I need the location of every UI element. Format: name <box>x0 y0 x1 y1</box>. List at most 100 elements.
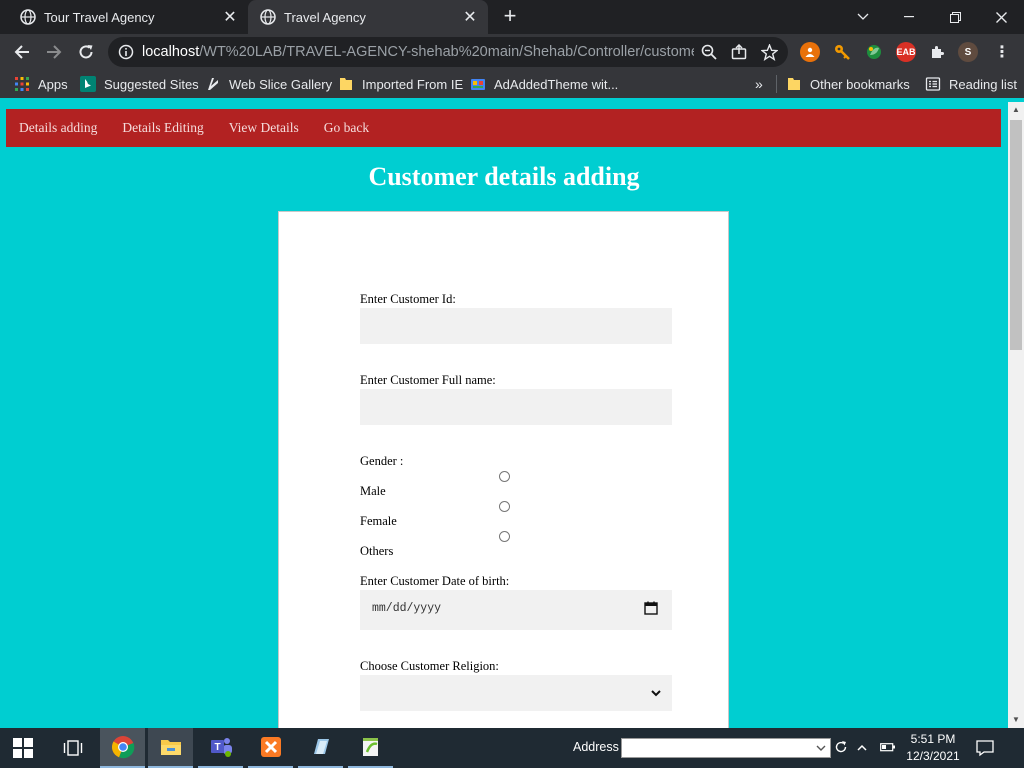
new-tab-button[interactable]: + <box>498 5 522 29</box>
dob-date-input[interactable]: mm/dd/yyyy <box>360 590 672 630</box>
religion-select[interactable] <box>360 675 672 711</box>
bookmarks-overflow-button[interactable]: » <box>755 75 763 93</box>
battery-icon[interactable] <box>880 740 898 756</box>
folder-icon <box>340 78 352 90</box>
profile-avatar[interactable]: S <box>958 42 978 62</box>
site-nav-bar: Details adding Details Editing View Deta… <box>6 109 1001 147</box>
refresh-go-icon[interactable] <box>834 740 850 756</box>
gender-female-radio[interactable] <box>499 501 510 512</box>
tab-tour-travel-agency[interactable]: Tour Travel Agency ✕ <box>8 0 248 34</box>
tab-travel-agency[interactable]: Travel Agency ✕ <box>248 0 488 34</box>
gender-male-radio[interactable] <box>499 471 510 482</box>
globe-icon <box>260 9 276 25</box>
bookmark-label: Suggested Sites <box>104 76 199 92</box>
bookmark-label: Web Slice Gallery <box>229 76 333 92</box>
clock-date: 12/3/2021 <box>906 749 960 763</box>
reload-button[interactable] <box>74 40 98 64</box>
taskbar-notepad-plus[interactable] <box>348 728 393 768</box>
calendar-icon[interactable] <box>644 601 658 615</box>
customer-name-input[interactable] <box>360 389 672 425</box>
gender-female-label: Female <box>360 514 397 528</box>
chevron-down-icon <box>651 690 661 697</box>
theme-icon <box>471 79 485 90</box>
notebook-app-icon <box>313 739 329 754</box>
bookmark-other-bookmarks[interactable]: Other bookmarks <box>786 75 910 93</box>
taskbar-xampp[interactable] <box>248 728 293 768</box>
notification-center-icon[interactable] <box>976 739 994 757</box>
bookmark-star-icon[interactable] <box>758 41 780 63</box>
gender-male-label: Male <box>360 484 386 498</box>
green-leaf-extension-icon[interactable] <box>864 42 884 62</box>
bookmark-suggested-sites[interactable]: Suggested Sites <box>80 75 199 93</box>
bookmark-apps[interactable]: Apps <box>14 75 68 93</box>
nav-link-go-back[interactable]: Go back <box>324 120 369 136</box>
page-scrollbar[interactable]: ▲ ▼ <box>1008 102 1024 728</box>
close-window-button[interactable] <box>978 0 1024 34</box>
page-title: Customer details adding <box>368 162 640 191</box>
bookmark-web-slice-gallery[interactable]: Web Slice Gallery <box>205 75 332 93</box>
reload-icon <box>79 45 93 59</box>
nav-link-details-adding[interactable]: Details adding <box>19 120 97 136</box>
bookmark-label: AdAddedTheme wit... <box>494 76 619 92</box>
xampp-icon <box>260 737 281 757</box>
chrome-icon <box>111 736 134 759</box>
dob-label: Enter Customer Date of birth: <box>360 574 510 588</box>
clock-time: 5:51 PM <box>910 732 956 746</box>
restore-button[interactable] <box>932 0 978 34</box>
orange-person-extension-icon[interactable] <box>800 42 820 62</box>
taskbar-teams[interactable]: T <box>198 728 243 768</box>
apps-grid-icon <box>15 77 29 91</box>
show-hidden-icons-button[interactable] <box>856 741 870 755</box>
windows-logo-icon <box>12 738 33 758</box>
globe-icon <box>20 9 36 25</box>
info-icon[interactable] <box>118 44 134 60</box>
dob-placeholder: mm/dd/yyyy <box>372 602 442 615</box>
close-tab-icon[interactable]: ✕ <box>460 7 480 27</box>
religion-label: Choose Customer Religion: <box>360 659 499 673</box>
scroll-up-arrow-icon[interactable]: ▲ <box>1012 106 1020 114</box>
back-button[interactable] <box>10 40 34 64</box>
minimize-button[interactable] <box>886 0 932 34</box>
nav-link-details-editing[interactable]: Details Editing <box>122 120 203 136</box>
adblock-extension-icon[interactable]: EAB <box>896 42 916 62</box>
key-extension-icon[interactable] <box>832 42 852 62</box>
nav-link-view-details[interactable]: View Details <box>229 120 299 136</box>
customer-id-input[interactable] <box>360 308 672 344</box>
bookmark-imported-from-ie[interactable]: Imported From IE <box>338 75 463 93</box>
gender-others-radio[interactable] <box>499 531 510 542</box>
windows-taskbar: T Address 5:51 PM 12/3/2021 <box>0 728 1024 768</box>
customer-form-card: Enter Customer Id: Enter Customer Full n… <box>278 211 729 728</box>
share-icon[interactable] <box>728 41 750 63</box>
kebab-menu-icon[interactable]: ⋮ <box>992 42 1012 62</box>
svg-text:T: T <box>214 742 220 753</box>
start-button[interactable] <box>0 728 45 768</box>
tab-title: Travel Agency <box>284 9 366 25</box>
scrollbar-thumb[interactable] <box>1010 120 1022 350</box>
task-view-icon <box>63 740 82 756</box>
address-toolbar-input[interactable] <box>621 738 831 758</box>
notepad-plus-icon <box>362 738 378 756</box>
scroll-down-arrow-icon[interactable]: ▼ <box>1012 716 1020 724</box>
teams-icon: T <box>210 738 232 757</box>
folder-icon <box>788 78 800 90</box>
forward-button[interactable] <box>42 40 66 64</box>
chevron-down-icon[interactable] <box>816 744 826 752</box>
url-text[interactable]: localhost/WT%20LAB/TRAVEL-AGENCY-shehab%… <box>142 44 694 60</box>
customer-name-label: Enter Customer Full name: <box>360 373 496 387</box>
bookmark-label: Reading list <box>949 76 1017 92</box>
tab-search-icon[interactable] <box>840 0 886 34</box>
close-tab-icon[interactable]: ✕ <box>220 7 240 27</box>
browser-toolbar: localhost/WT%20LAB/TRAVEL-AGENCY-shehab%… <box>0 34 1024 70</box>
system-clock[interactable]: 5:51 PM 12/3/2021 <box>900 731 966 765</box>
taskbar-app-blue[interactable] <box>298 728 343 768</box>
bookmark-adaddedtheme[interactable]: AdAddedTheme wit... <box>470 75 618 93</box>
taskbar-chrome[interactable] <box>100 728 145 768</box>
taskbar-file-explorer[interactable] <box>148 728 193 768</box>
web-slice-icon <box>208 78 218 90</box>
gender-label: Gender : <box>360 454 404 468</box>
reading-list-button[interactable]: Reading list <box>925 75 1017 93</box>
address-bar[interactable]: localhost/WT%20LAB/TRAVEL-AGENCY-shehab%… <box>108 37 788 67</box>
zoom-icon[interactable] <box>698 41 720 63</box>
puzzle-extensions-icon[interactable] <box>928 42 948 62</box>
task-view-button[interactable] <box>50 728 95 768</box>
